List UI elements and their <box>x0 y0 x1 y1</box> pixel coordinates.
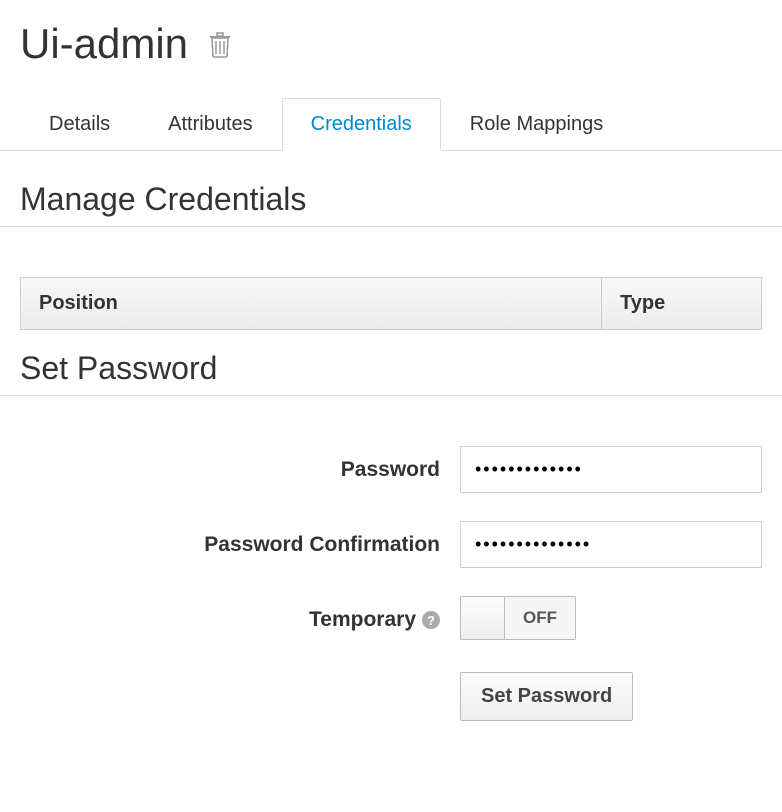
toggle-handle[interactable] <box>461 597 505 639</box>
temporary-label: Temporary <box>309 608 416 632</box>
manage-credentials-heading: Manage Credentials <box>0 151 782 227</box>
password-confirmation-label: Password Confirmation <box>204 533 440 557</box>
temporary-toggle[interactable]: OFF <box>460 596 576 640</box>
tab-attributes[interactable]: Attributes <box>139 98 281 150</box>
set-password-button[interactable]: Set Password <box>460 672 633 721</box>
credentials-table-header: Position Type <box>20 277 762 330</box>
toggle-state-label: OFF <box>505 597 575 639</box>
help-icon[interactable]: ? <box>422 611 440 629</box>
tab-credentials[interactable]: Credentials <box>282 98 441 151</box>
password-input[interactable] <box>460 446 762 493</box>
trash-icon[interactable] <box>208 30 232 58</box>
tabs-bar: Details Attributes Credentials Role Mapp… <box>0 98 782 151</box>
tab-role-mappings[interactable]: Role Mappings <box>441 98 632 150</box>
set-password-heading: Set Password <box>0 330 782 396</box>
page-title: Ui-admin <box>20 20 188 68</box>
table-header-position: Position <box>21 278 602 329</box>
tab-details[interactable]: Details <box>20 98 139 150</box>
table-header-type: Type <box>602 278 762 329</box>
password-confirmation-input[interactable] <box>460 521 762 568</box>
password-label: Password <box>341 458 440 482</box>
